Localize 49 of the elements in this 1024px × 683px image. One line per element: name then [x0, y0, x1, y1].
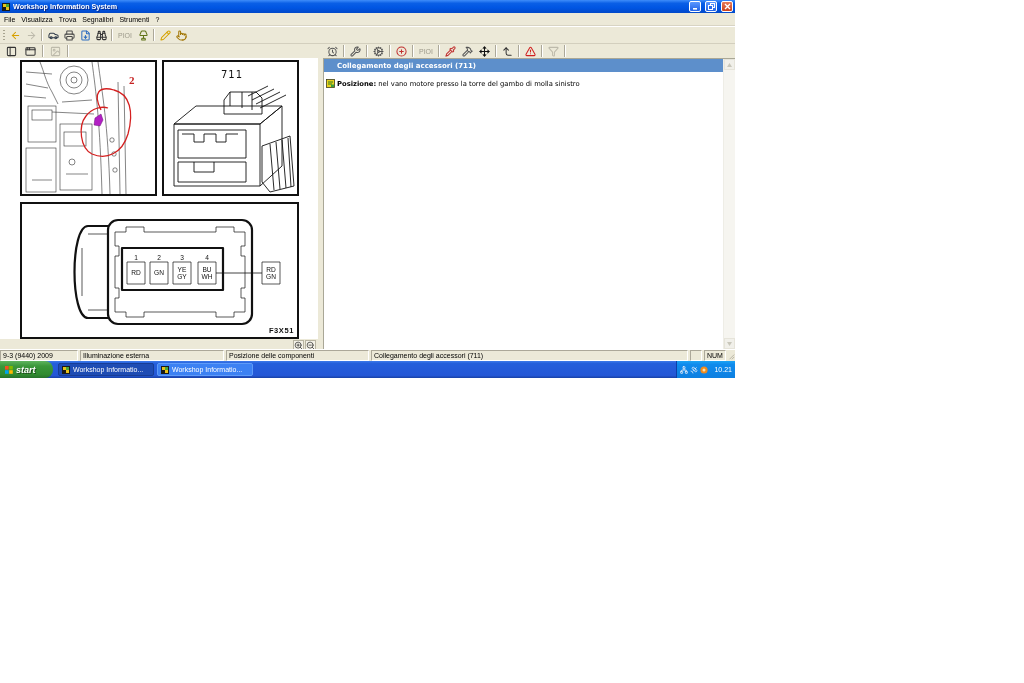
note-icon	[326, 79, 335, 88]
corner-arrow-icon	[502, 45, 513, 57]
hammer-icon	[462, 45, 473, 57]
disc-icon[interactable]	[700, 365, 708, 374]
callout-number: 2	[129, 74, 135, 86]
zoom-out-button[interactable]	[305, 340, 316, 351]
move-icon	[479, 45, 490, 57]
close-button[interactable]	[721, 1, 733, 12]
image-icon	[50, 45, 61, 57]
window-icon	[25, 45, 36, 57]
zoom-in-icon	[294, 341, 303, 350]
toolbar-button[interactable]	[61, 28, 77, 42]
funnel-icon	[548, 45, 559, 57]
document-arrow-icon	[79, 29, 91, 41]
alarm-clock-icon	[327, 45, 338, 57]
pipette-icon	[445, 45, 456, 57]
lamp-icon	[137, 29, 149, 41]
flag-logo-icon	[5, 365, 13, 374]
restore-button[interactable]	[705, 1, 717, 12]
toolbar-button[interactable]	[93, 28, 109, 42]
panel-icon	[6, 45, 17, 57]
app-icon	[62, 365, 70, 374]
wrench-icon	[350, 45, 361, 57]
pencil-icon	[159, 29, 171, 41]
gear-icon	[373, 45, 384, 57]
arrow-right-icon	[25, 29, 37, 41]
triangle-up-icon	[727, 62, 732, 67]
binoculars-icon	[95, 29, 107, 41]
network-icon[interactable]	[680, 365, 688, 374]
triangle-down-icon	[727, 341, 732, 346]
arrow-left-icon	[9, 29, 21, 41]
zoom-out-icon	[306, 341, 315, 350]
connector-number: 711	[220, 69, 244, 80]
start-button[interactable]: start	[0, 361, 53, 378]
hand-pointer-icon	[175, 29, 187, 41]
close-icon	[723, 3, 731, 10]
printer-icon	[63, 29, 75, 41]
warning-icon	[525, 45, 536, 57]
toolbar-button[interactable]	[370, 44, 387, 58]
minimize-button[interactable]	[689, 1, 701, 12]
toolbar-button[interactable]	[476, 44, 493, 58]
zoom-in-button[interactable]	[293, 340, 304, 351]
app-icon	[161, 365, 169, 374]
resize-grip-icon[interactable]	[728, 352, 735, 361]
toolbar-button[interactable]	[459, 44, 476, 58]
app-icon	[2, 2, 10, 11]
satellite-icon[interactable]	[690, 365, 698, 374]
restore-icon	[707, 3, 715, 10]
circle-plus-icon	[396, 45, 407, 57]
